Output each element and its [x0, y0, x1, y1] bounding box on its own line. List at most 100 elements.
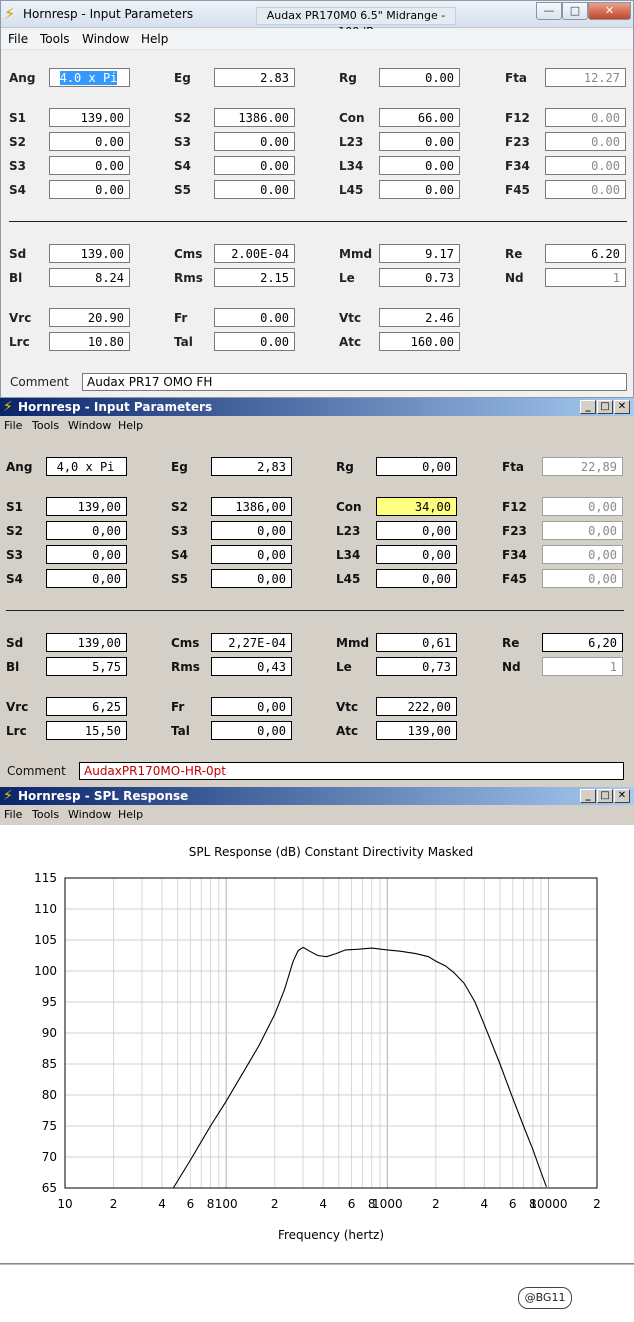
label-f45: F45 [505, 183, 530, 197]
field-s4b[interactable]: 0,00 [211, 545, 292, 564]
menu-file[interactable]: File [4, 808, 22, 821]
menu-help[interactable]: Help [118, 419, 143, 432]
menu-file[interactable]: File [8, 32, 28, 46]
field-sd[interactable]: 139,00 [46, 633, 127, 652]
maximize-button[interactable]: □ [562, 2, 588, 20]
field-s2[interactable]: 0.00 [49, 132, 130, 151]
menu-window[interactable]: Window [82, 32, 129, 46]
field-con[interactable]: 34,00 [376, 497, 457, 516]
field-f34: 0.00 [545, 156, 626, 175]
comment-field[interactable]: AudaxPR170MO-HR-0pt [79, 762, 624, 780]
field-s3b[interactable]: 0.00 [214, 132, 295, 151]
field-lrc[interactable]: 10.80 [49, 332, 130, 351]
field-f12: 0.00 [545, 108, 626, 127]
field-f23: 0.00 [545, 132, 626, 151]
menu-window[interactable]: Window [68, 419, 111, 432]
field-l34[interactable]: 0.00 [379, 156, 460, 175]
field-s1[interactable]: 139.00 [49, 108, 130, 127]
field-eg[interactable]: 2,83 [211, 457, 292, 476]
field-atc[interactable]: 139,00 [376, 721, 457, 740]
minimize-button[interactable]: _ [580, 400, 596, 414]
field-le[interactable]: 0,73 [376, 657, 457, 676]
field-eg[interactable]: 2.83 [214, 68, 295, 87]
field-s3b[interactable]: 0,00 [211, 521, 292, 540]
field-vtc[interactable]: 222,00 [376, 697, 457, 716]
menu-file[interactable]: File [4, 419, 22, 432]
field-rms[interactable]: 0,43 [211, 657, 292, 676]
label-tal: Tal [171, 724, 190, 738]
maximize-button[interactable]: □ [597, 789, 613, 803]
menu-help[interactable]: Help [141, 32, 168, 46]
title-bar[interactable]: ⚡ Hornresp - Input Parameters Audax PR17… [1, 1, 633, 38]
field-atc[interactable]: 160.00 [379, 332, 460, 351]
label-fr: Fr [174, 311, 188, 325]
field-sd[interactable]: 139.00 [49, 244, 130, 263]
label-tal: Tal [174, 335, 193, 349]
comment-label: Comment [10, 375, 69, 389]
field-l34[interactable]: 0,00 [376, 545, 457, 564]
field-vrc[interactable]: 20.90 [49, 308, 130, 327]
field-s2[interactable]: 0,00 [46, 521, 127, 540]
field-ang[interactable]: 4.0 x Pi [49, 68, 130, 87]
field-tal[interactable]: 0,00 [211, 721, 292, 740]
field-lrc[interactable]: 15,50 [46, 721, 127, 740]
menu-tools[interactable]: Tools [40, 32, 70, 46]
field-l45[interactable]: 0,00 [376, 569, 457, 588]
field-s2b[interactable]: 1386.00 [214, 108, 295, 127]
menu-window[interactable]: Window [68, 808, 111, 821]
field-l45[interactable]: 0.00 [379, 180, 460, 199]
field-s3[interactable]: 0,00 [46, 545, 127, 564]
label-nd: Nd [502, 660, 521, 674]
field-vrc[interactable]: 6,25 [46, 697, 127, 716]
field-re[interactable]: 6.20 [545, 244, 626, 263]
close-button[interactable]: ✕ [614, 789, 630, 803]
field-re[interactable]: 6,20 [542, 633, 623, 652]
close-button[interactable]: ✕ [588, 2, 631, 20]
field-s4b[interactable]: 0.00 [214, 156, 295, 175]
x-tick-label: 4 [158, 1197, 166, 1211]
close-button[interactable]: ✕ [614, 400, 630, 414]
label-atc: Atc [339, 335, 362, 349]
menu-tools[interactable]: Tools [32, 808, 59, 821]
field-s5[interactable]: 0.00 [214, 180, 295, 199]
field-bl[interactable]: 8.24 [49, 268, 130, 287]
field-rg[interactable]: 0,00 [376, 457, 457, 476]
label-fta: Fta [505, 71, 528, 85]
title-bar[interactable]: ⚡ Hornresp - SPL Response _ □ ✕ [0, 787, 634, 805]
field-s5[interactable]: 0,00 [211, 569, 292, 588]
x-tick-label: 4 [319, 1197, 327, 1211]
field-ang[interactable]: 4,0 x Pi [46, 457, 127, 476]
maximize-button[interactable]: □ [597, 400, 613, 414]
label-f23: F23 [502, 524, 527, 538]
y-tick-label: 75 [42, 1119, 57, 1133]
label-lrc: Lrc [6, 724, 27, 738]
field-s2b[interactable]: 1386,00 [211, 497, 292, 516]
menu-help[interactable]: Help [118, 808, 143, 821]
field-cms[interactable]: 2,27E-04 [211, 633, 292, 652]
title-bar[interactable]: ⚡ Hornresp - Input Parameters _ □ ✕ [0, 398, 634, 416]
minimize-button[interactable]: — [536, 2, 562, 20]
field-rg[interactable]: 0.00 [379, 68, 460, 87]
comment-field[interactable]: Audax PR17 OMO FH [82, 373, 627, 391]
field-vtc[interactable]: 2.46 [379, 308, 460, 327]
field-s4[interactable]: 0,00 [46, 569, 127, 588]
field-s4[interactable]: 0.00 [49, 180, 130, 199]
field-cms[interactable]: 2.00E-04 [214, 244, 295, 263]
field-bl[interactable]: 5,75 [46, 657, 127, 676]
field-mmd[interactable]: 9.17 [379, 244, 460, 263]
label-rg: Rg [339, 71, 357, 85]
field-rms[interactable]: 2.15 [214, 268, 295, 287]
field-con[interactable]: 66.00 [379, 108, 460, 127]
menu-tools[interactable]: Tools [32, 419, 59, 432]
spl-response-line [172, 946, 547, 1189]
field-l23[interactable]: 0,00 [376, 521, 457, 540]
field-fr[interactable]: 0,00 [211, 697, 292, 716]
field-l23[interactable]: 0.00 [379, 132, 460, 151]
field-mmd[interactable]: 0,61 [376, 633, 457, 652]
field-s1[interactable]: 139,00 [46, 497, 127, 516]
field-tal[interactable]: 0.00 [214, 332, 295, 351]
minimize-button[interactable]: _ [580, 789, 596, 803]
field-le[interactable]: 0.73 [379, 268, 460, 287]
field-s3[interactable]: 0.00 [49, 156, 130, 175]
field-fr[interactable]: 0.00 [214, 308, 295, 327]
